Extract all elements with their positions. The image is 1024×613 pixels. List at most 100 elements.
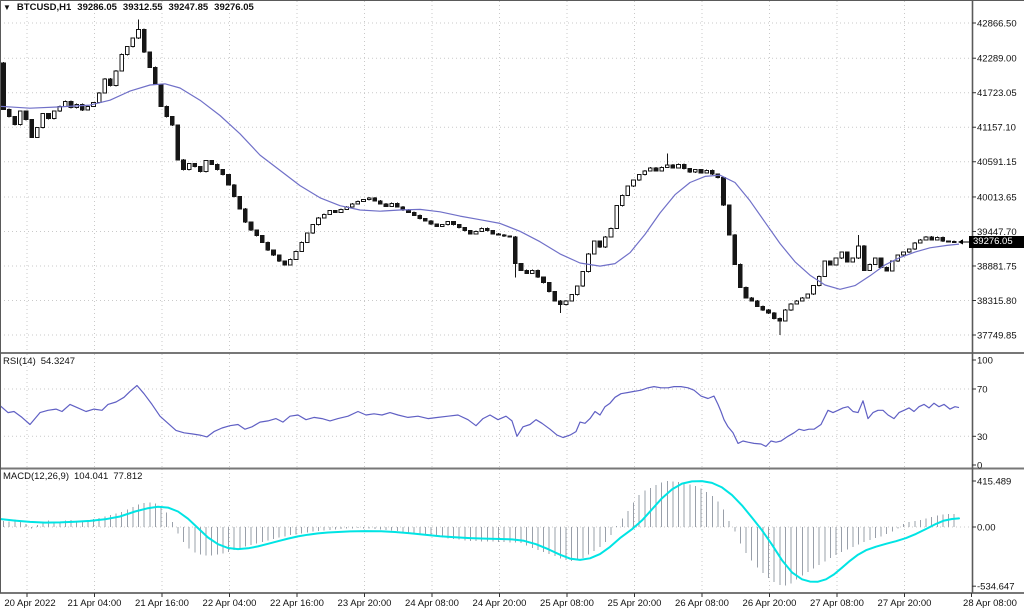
candle-body (182, 160, 186, 170)
candle-body (485, 228, 489, 230)
candle-body (440, 225, 444, 227)
price-axis-label: 41157.10 (977, 123, 1016, 134)
candle-body (114, 71, 118, 86)
time-axis-label: 21 Apr 16:00 (135, 598, 189, 609)
candle-body (142, 29, 146, 52)
candle-body (874, 258, 878, 264)
candle-body (637, 175, 641, 180)
candle-body (367, 198, 371, 200)
candle-body (755, 301, 759, 306)
candle-body (469, 231, 473, 234)
candle-body (2, 63, 6, 109)
candle-body (845, 252, 849, 262)
candle-body (885, 267, 889, 271)
candle-body (800, 298, 804, 301)
candle-body (564, 301, 568, 305)
candle-body (446, 222, 450, 225)
candle-body (604, 237, 608, 247)
candle-body (615, 206, 619, 229)
candle-body (322, 214, 326, 218)
candle-body (823, 261, 827, 276)
candle-body (514, 237, 518, 264)
candle-body (13, 117, 17, 125)
candle-body (463, 228, 467, 231)
candle-body (379, 201, 383, 204)
candle-body (317, 218, 321, 225)
price-axis-label: 41723.05 (977, 88, 1017, 99)
candle-body (474, 231, 478, 233)
candle-body (902, 252, 906, 255)
candle-body (289, 259, 293, 264)
chart-header: ▼ BTCUSD,H1 39286.05 39312.55 39247.85 3… (3, 2, 254, 13)
candle-body (671, 165, 675, 168)
candle-body (424, 219, 428, 221)
candle-body (575, 286, 579, 295)
candle-body (35, 128, 39, 138)
candle-body (919, 240, 923, 243)
candle-body (677, 164, 681, 168)
candle-body (294, 251, 298, 259)
candle-body (761, 306, 765, 310)
symbol-dropdown-icon[interactable]: ▼ (3, 3, 11, 12)
candle-body (176, 125, 180, 160)
symbol-timeframe-label: BTCUSD,H1 (17, 2, 71, 13)
candle-body (508, 236, 512, 237)
candle-body (283, 261, 287, 265)
candle-body (879, 258, 883, 267)
bar-high-value: 39312.55 (123, 2, 163, 13)
candle-body (199, 167, 203, 172)
candle-body (187, 164, 191, 170)
candle-body (587, 254, 591, 272)
candle-body (643, 171, 647, 175)
chart-window: 42866.5042289.0041723.0541157.1040591.15… (0, 0, 1024, 613)
candle-body (767, 310, 771, 313)
candle-body (249, 222, 253, 230)
candle-body (941, 237, 945, 241)
candle-body (238, 197, 242, 209)
candle-body (210, 161, 214, 165)
rsi-axis-label: 100 (977, 356, 993, 367)
candle-body (120, 54, 124, 70)
candle-body (52, 111, 56, 118)
candle-body (435, 224, 439, 226)
candle-body (727, 205, 731, 235)
candle-body (429, 221, 433, 224)
candle-body (559, 301, 563, 305)
candle-body (125, 47, 129, 55)
candle-body (457, 225, 461, 228)
candle-body (536, 270, 540, 277)
candle-body (530, 270, 534, 273)
candle-body (626, 186, 630, 195)
candle-body (699, 170, 703, 173)
candle-body (350, 204, 354, 207)
candle-body (480, 228, 484, 231)
time-axis-label: 27 Apr 20:00 (878, 598, 932, 609)
bar-close-value: 39276.05 (214, 2, 254, 13)
candle-body (547, 283, 551, 292)
candle-body (277, 255, 281, 261)
candle-body (373, 198, 377, 201)
candle-body (390, 203, 394, 206)
chart-canvas[interactable]: 42866.5042289.0041723.0541157.1040591.15… (0, 0, 1024, 613)
candle-body (137, 29, 141, 38)
macd-axis-label: 0.00 (977, 523, 996, 534)
candle-body (30, 120, 34, 138)
candle-body (356, 201, 360, 203)
candle-body (947, 241, 951, 242)
candle-body (519, 264, 523, 271)
macd-indicator-label: MACD(12,26,9) 104.041 77.812 (3, 471, 142, 482)
candle-body (103, 79, 107, 93)
candle-body (334, 211, 338, 213)
candle-body (632, 180, 636, 186)
candle-body (165, 106, 169, 116)
candle-body (131, 38, 135, 47)
rsi-indicator-label: RSI(14) 54.3247 (3, 356, 75, 367)
candle-body (502, 235, 506, 236)
time-axis-label: 27 Apr 08:00 (810, 598, 864, 609)
candle-body (570, 295, 574, 301)
candle-body (851, 258, 855, 262)
candle-body (7, 109, 11, 116)
macd-name: MACD(12,26,9) (3, 471, 69, 482)
rsi-axis-label: 0 (977, 461, 982, 472)
candle-body (148, 52, 152, 67)
